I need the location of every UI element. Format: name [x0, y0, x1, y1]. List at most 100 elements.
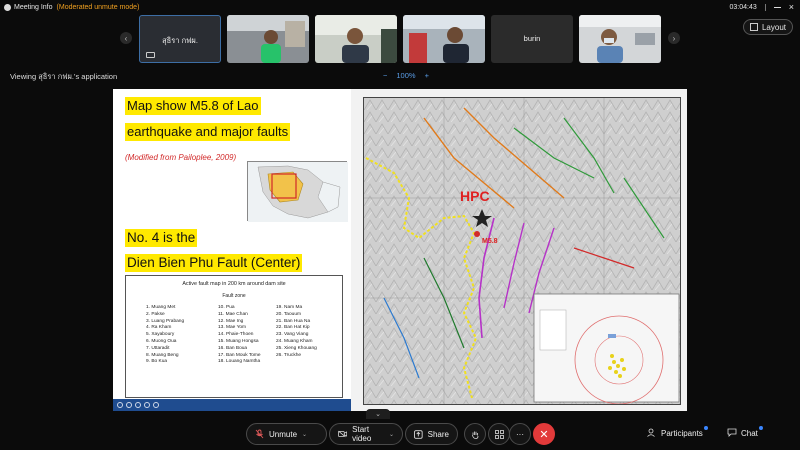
slide-map-panel: HPC M5.8 [351, 89, 687, 411]
collapse-handle[interactable]: ⌄ [366, 409, 390, 419]
chevron-down-icon[interactable]: ⌄ [389, 431, 394, 438]
share-label: Share [427, 429, 449, 439]
map-label-m58: M5.8 [482, 238, 498, 245]
list-item: 15. Muang Hongsa [218, 338, 259, 344]
close-icon[interactable]: × [789, 2, 794, 12]
chat-icon [727, 428, 737, 439]
nav-dot [153, 402, 159, 408]
participant-tile[interactable] [579, 15, 661, 63]
table-subtitle: Fault zone [222, 293, 246, 299]
participant-tile[interactable]: burin [491, 15, 573, 63]
unmute-label: Unmute [269, 429, 298, 439]
layout-button[interactable]: Layout [743, 19, 793, 35]
participant-video [579, 15, 661, 63]
map-label-hpc: HPC [460, 188, 490, 204]
participant-tile[interactable] [403, 15, 485, 63]
participants-label: Participants [661, 429, 703, 438]
participant-tile[interactable] [227, 15, 309, 63]
apps-icon [494, 429, 504, 439]
fault-column-3: 19. Nam Ma 20. Taouum 21. Ban Hua Na 22.… [276, 305, 317, 358]
participant-video [315, 15, 397, 63]
participant-name: สุธิรา กฟผ. [162, 36, 198, 45]
end-call-button[interactable]: ✕ [533, 423, 555, 445]
chat-label: Chat [741, 429, 758, 438]
list-item: 1. Muang Met [146, 305, 176, 310]
list-item: 16. Ban Boua [218, 345, 248, 351]
chevron-right-icon[interactable]: › [668, 32, 680, 44]
chat-button[interactable]: Chat [727, 426, 763, 439]
chevron-down-icon[interactable]: ⌄ [302, 431, 307, 438]
list-item: 4. Ra Kham [146, 325, 172, 331]
list-item: 23. Vang Viang [276, 332, 309, 338]
list-item: 13. Mae Yom [218, 325, 247, 331]
more-options-button[interactable]: ··· [509, 423, 531, 445]
list-item: 12. Mae Ing [218, 318, 244, 324]
table-title: Active fault map in 200 km around dam si… [182, 281, 286, 287]
slide-fault-line-2: Dien Bien Phu Fault (Center) [125, 254, 303, 272]
list-item: 19. Nam Ma [276, 305, 303, 310]
zoom-out-button[interactable]: − [383, 71, 387, 80]
participant-tile[interactable] [315, 15, 397, 63]
participants-button[interactable]: Participants [647, 426, 708, 439]
start-video-button[interactable]: Start video ⌄ [329, 423, 403, 445]
layout-label: Layout [761, 22, 787, 32]
participant-video [403, 15, 485, 63]
slide-citation: (Modified from Pailoplee, 2009) [125, 153, 237, 162]
participant-tile[interactable]: สุธิรา กฟผ. [139, 15, 221, 63]
slide-footer [113, 399, 351, 411]
meeting-info-button[interactable]: Meeting Info (Moderated unmute mode) [4, 3, 140, 11]
fault-column-2: 10. Pua 11. Mae Chan 12. Mae Ing 13. Mae… [218, 305, 261, 364]
notification-dot [703, 426, 708, 430]
chevron-left-icon[interactable]: ‹ [120, 32, 132, 44]
chat-label-wrap: Chat [741, 426, 763, 438]
zoom-in-button[interactable]: + [425, 71, 429, 80]
list-item: 24. Muang Kham [276, 338, 313, 344]
list-item: 10. Pua [218, 305, 235, 310]
more-icon: ··· [516, 429, 524, 439]
nav-dot [135, 402, 141, 408]
list-item: 26. Truckhe [276, 352, 302, 358]
unmute-button[interactable]: Unmute ⌄ [246, 423, 327, 445]
zoom-value[interactable]: 100% [396, 71, 415, 80]
fault-zone-table: Active fault map in 200 km around dam si… [125, 275, 343, 398]
list-item: 18. Louang Namtha [218, 359, 261, 365]
participants-icon [647, 428, 657, 439]
list-item: 21. Ban Hua Na [276, 318, 311, 324]
nav-dot [117, 402, 123, 408]
list-item: 11. Mae Chan [218, 311, 248, 317]
list-item: 5. Xayaboury [146, 332, 175, 338]
list-item: 17. Ban Mouk Tome [218, 352, 261, 358]
grid-icon [749, 23, 758, 31]
minimize-icon[interactable] [773, 6, 781, 8]
meeting-controls: Unmute ⌄ Start video ⌄ Share ··· ✕ Parti… [0, 419, 800, 450]
zoom-controls: − 100% + [383, 71, 429, 80]
list-item: 8. Muang Beng [146, 352, 179, 358]
list-item: 22. Ban Hat Kip [276, 325, 310, 331]
list-item: 2. Pakse [146, 311, 165, 317]
participants-label-wrap: Participants [661, 426, 708, 438]
moderated-mode-label: (Moderated unmute mode) [56, 3, 140, 11]
window-controls: 03:04:43 × [729, 0, 794, 14]
locator-map [247, 161, 348, 222]
list-item: 20. Taouum [276, 311, 301, 317]
slide-text-panel: Map show M5.8 of Lao earthquake and majo… [113, 89, 351, 411]
share-icon [414, 429, 423, 439]
notification-dot [758, 426, 763, 430]
list-item: 25. Xieng Khouang [276, 345, 317, 351]
meeting-window: Meeting Info (Moderated unmute mode) 03:… [0, 0, 800, 450]
share-button[interactable]: Share [405, 423, 458, 445]
info-icon [4, 3, 11, 11]
nav-dot [126, 402, 132, 408]
fault-map: HPC M5.8 [363, 97, 681, 405]
slide-fault-line-1: No. 4 is the [125, 229, 198, 247]
slide-nav-dots [117, 402, 159, 408]
screen-share-icon [146, 52, 155, 58]
shared-content: Map show M5.8 of Lao earthquake and majo… [113, 89, 687, 411]
start-video-label: Start video [352, 425, 372, 443]
reactions-button[interactable] [464, 423, 486, 445]
nav-dot [144, 402, 150, 408]
viewing-label: Viewing สุธิรา กฟผ.'s application [10, 72, 118, 81]
participant-video [227, 15, 309, 63]
video-off-icon [338, 430, 348, 438]
apps-button[interactable] [488, 423, 510, 445]
